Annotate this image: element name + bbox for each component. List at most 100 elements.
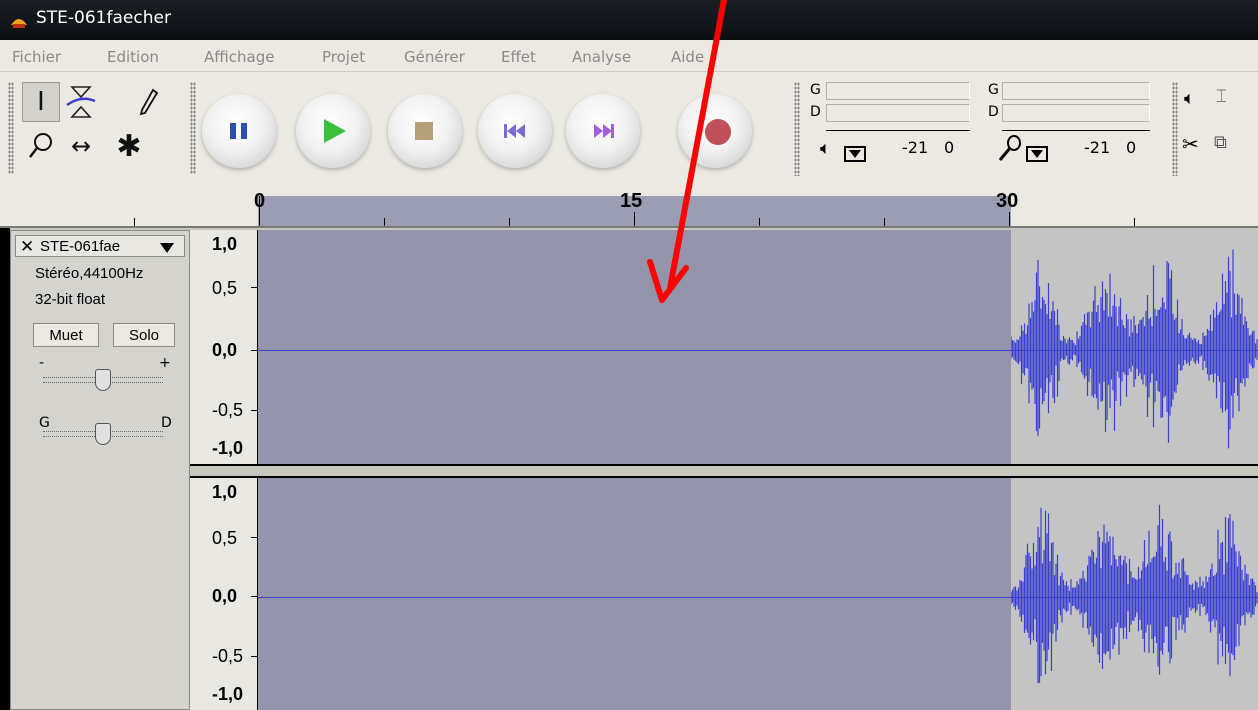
meter-scale-min: -21 — [1084, 138, 1111, 157]
channel-2-waveform — [1011, 504, 1258, 684]
menu-projet[interactable]: Projet — [322, 48, 365, 66]
channel-2-amplitude-ruler: 1,0 0,5 0,0 -0,5 -1,0 — [190, 478, 258, 710]
audacity-logo-icon — [11, 19, 27, 28]
amp-tick — [251, 350, 257, 351]
window-title: STE-061faecher — [36, 8, 171, 28]
toolbar-grip[interactable] — [794, 82, 800, 176]
solo-button[interactable]: Solo — [113, 323, 175, 347]
channel-1-selected-region[interactable] — [258, 230, 1011, 464]
multi-tool-icon[interactable]: ✱ — [110, 126, 148, 166]
stop-button[interactable] — [388, 94, 462, 168]
meter-scale — [1002, 130, 1150, 131]
pause-button[interactable] — [202, 94, 276, 168]
menu-generer[interactable]: Générer — [404, 48, 465, 66]
ruler-tick — [384, 218, 385, 226]
slider-edge[interactable]: ⌶ — [1216, 86, 1227, 107]
amp-tick — [251, 287, 257, 288]
play-icon — [324, 119, 346, 143]
timeshift-tool-icon[interactable]: ↔ — [62, 126, 100, 166]
ruler-tick — [634, 212, 635, 226]
menu-edition[interactable]: Edition — [107, 48, 159, 66]
pan-left-label: G — [39, 415, 50, 431]
output-volume-icon[interactable]: 🔈︎ — [1184, 88, 1195, 109]
skip-to-start-button[interactable] — [478, 94, 552, 168]
title-bar: STE-061faecher — [0, 0, 1258, 40]
amp-label: 0,5 — [212, 528, 238, 548]
meter-left-label: G — [810, 82, 821, 98]
pan-slider-thumb[interactable] — [95, 423, 111, 445]
amp-label: -0,5 — [212, 646, 244, 666]
gain-minus-label: - — [39, 355, 45, 371]
ruler-tick — [134, 218, 135, 226]
toolbar-grip[interactable] — [8, 82, 14, 174]
record-level-left — [1002, 82, 1150, 100]
gain-plus-label: + — [159, 355, 171, 371]
toolbar-grip[interactable] — [190, 82, 196, 174]
channel-1-amplitude-ruler: 1,0 0,5 0,0 -0,5 -1,0 — [190, 230, 258, 464]
amp-label: 0,5 — [212, 278, 238, 298]
draw-tool-icon[interactable] — [130, 82, 168, 122]
ruler-label-15: 15 — [620, 190, 643, 212]
selection-tool-icon[interactable]: I — [22, 82, 60, 122]
mixer-toolbar: 🔈︎ ⌶ ✂ ⧉ — [1168, 78, 1258, 182]
edit-cut-icon[interactable]: ✂ — [1182, 132, 1199, 156]
pause-icon — [230, 123, 247, 139]
meter-right-label: D — [810, 104, 821, 120]
track-format: Stéréo,44100Hz — [35, 265, 144, 282]
playback-dropdown[interactable] — [844, 146, 866, 162]
ruler-tick — [509, 218, 510, 226]
record-level-right — [1002, 104, 1150, 122]
track-name-menu[interactable]: STE-061fae — [40, 238, 120, 255]
playback-level-right — [826, 104, 970, 122]
mute-button[interactable]: Muet — [33, 323, 99, 347]
menu-effet[interactable]: Effet — [501, 48, 536, 66]
ruler-label-30: 30 — [996, 190, 1019, 212]
channel-separator — [190, 464, 1258, 478]
timeline-ruler[interactable]: 0 15 30 — [0, 190, 1258, 228]
playback-level-left — [826, 82, 970, 100]
skip-to-end-button[interactable] — [566, 94, 640, 168]
meter-scale — [826, 130, 970, 131]
amp-label: -1,0 — [212, 684, 244, 704]
meter-scale-max: 0 — [1126, 138, 1137, 157]
amp-tick — [251, 596, 257, 597]
amp-label: -1,0 — [212, 438, 244, 458]
edit-copy-icon[interactable]: ⧉ — [1214, 132, 1227, 153]
meter-scale-min: -21 — [902, 138, 929, 157]
zoom-tool-icon[interactable] — [22, 126, 60, 166]
skip-start-icon — [504, 124, 525, 138]
skip-end-icon — [594, 124, 614, 138]
play-button[interactable] — [296, 94, 370, 168]
microphone-icon — [998, 135, 1021, 161]
speaker-icon: 🔈︎ — [820, 138, 831, 159]
ruler-tick — [759, 218, 760, 226]
amp-label: 0,0 — [212, 340, 238, 360]
playback-meter[interactable]: G D 🔈︎ -21 0 — [790, 78, 972, 182]
annotation-arrow — [647, 0, 727, 303]
pan-right-label: D — [161, 415, 172, 431]
menu-bar: Fichier Edition Affichage Projet Générer… — [0, 40, 1258, 72]
ruler-tick — [259, 196, 260, 226]
gain-slider-thumb[interactable] — [95, 369, 111, 391]
channel-2-selected-region[interactable] — [258, 478, 1011, 710]
envelope-tool-icon[interactable] — [62, 82, 100, 122]
amp-tick — [251, 656, 257, 657]
menu-fichier[interactable]: Fichier — [12, 48, 61, 66]
toolbar-grip[interactable] — [1172, 82, 1178, 176]
amp-label: -0,5 — [212, 400, 244, 420]
ruler-tick — [884, 218, 885, 226]
meter-scale-max: 0 — [944, 138, 955, 157]
amp-tick — [251, 537, 257, 538]
amp-label: 0,0 — [212, 586, 238, 606]
track-menu-arrow-icon[interactable] — [160, 243, 174, 253]
menu-analyse[interactable]: Analyse — [572, 48, 631, 66]
close-track-icon[interactable]: ✕ — [20, 237, 34, 257]
ruler-tick — [1009, 212, 1010, 226]
meter-right-label: D — [988, 104, 999, 120]
ruler-tick — [1134, 218, 1135, 226]
amp-label: 1,0 — [212, 482, 238, 502]
record-meter[interactable]: G D -21 0 — [972, 78, 1156, 182]
amp-label: 1,0 — [212, 234, 238, 254]
menu-affichage[interactable]: Affichage — [204, 48, 274, 66]
record-dropdown[interactable] — [1026, 146, 1048, 162]
